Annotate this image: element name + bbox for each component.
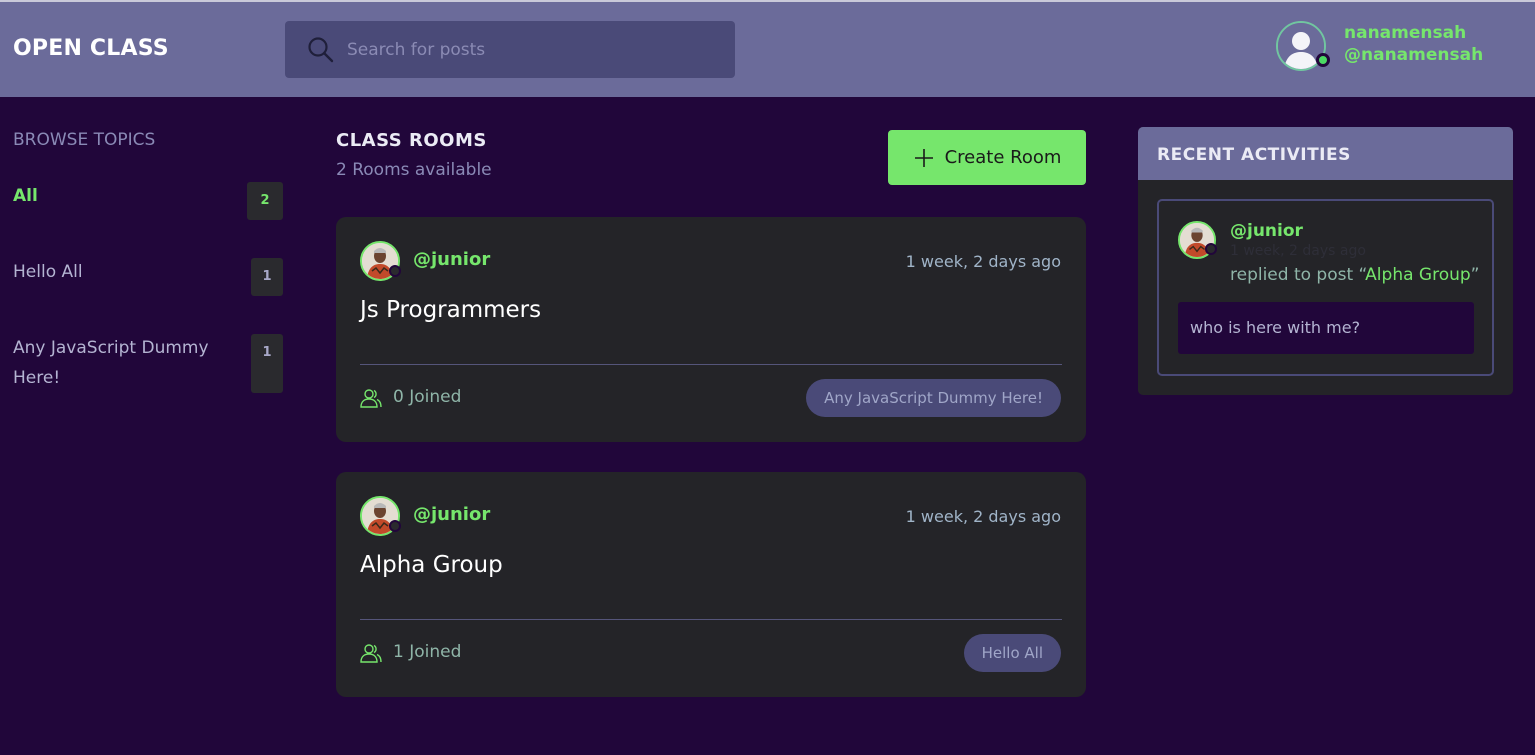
create-room-button[interactable]: Create Room: [888, 130, 1086, 185]
activity-post-link[interactable]: Alpha Group: [1365, 265, 1471, 285]
divider: [360, 619, 1062, 620]
online-status-dot: [1316, 53, 1330, 67]
topic-count: 1: [251, 258, 283, 296]
app-logo[interactable]: OPEN CLASS: [13, 36, 169, 61]
topic-count: 1: [251, 334, 283, 393]
activity-user-handle[interactable]: @junior: [1230, 221, 1303, 241]
class-rooms-heading: CLASS ROOMS: [336, 130, 487, 151]
topic-item-any-javascript[interactable]: Any JavaScript Dummy Here! 1: [13, 333, 283, 393]
recent-activities-heading: RECENT ACTIVITIES: [1138, 127, 1513, 180]
room-title[interactable]: Js Programmers: [360, 297, 541, 323]
activity-description: replied to post “Alpha Group”: [1230, 265, 1479, 285]
host-handle[interactable]: @junior: [413, 504, 490, 525]
browse-topics-heading: BROWSE TOPICS: [13, 130, 156, 150]
activity-item: @junior 1 week, 2 days ago replied to po…: [1157, 199, 1494, 376]
topic-label: Any JavaScript Dummy Here!: [13, 338, 209, 388]
search-input[interactable]: [347, 21, 717, 78]
room-title[interactable]: Alpha Group: [360, 552, 503, 578]
room-topic-tag[interactable]: Any JavaScript Dummy Here!: [806, 379, 1061, 417]
divider: [360, 364, 1062, 365]
room-card: @junior 1 week, 2 days ago Alpha Group 1…: [336, 472, 1086, 697]
user-name: nanamensah: [1344, 23, 1467, 43]
activity-message: who is here with me?: [1178, 302, 1474, 354]
room-topic-tag[interactable]: Hello All: [963, 634, 1061, 672]
joined-count: 0 Joined: [393, 387, 462, 407]
host-status-dot: [389, 265, 401, 277]
joined-count: 1 Joined: [393, 642, 462, 662]
host-status-dot: [389, 520, 401, 532]
topic-item-hello-all[interactable]: Hello All 1: [13, 257, 283, 296]
host-handle[interactable]: @junior: [413, 249, 490, 270]
user-profile-link[interactable]: nanamensah @nanamensah: [1276, 21, 1516, 73]
plus-icon: [914, 148, 933, 167]
topic-label: Hello All: [13, 262, 83, 282]
users-icon: [360, 644, 382, 663]
users-icon: [360, 389, 382, 408]
top-navbar: OPEN CLASS nanamensah @nanamensah: [0, 2, 1535, 97]
recent-activities-panel: RECENT ACTIVITIES @junior 1 week, 2 days…: [1138, 127, 1513, 395]
create-room-label: Create Room: [944, 147, 1062, 168]
topic-label: All: [13, 186, 38, 206]
user-handle: @nanamensah: [1344, 45, 1484, 65]
activity-action-suffix: ”: [1470, 265, 1480, 285]
search-icon: [308, 37, 334, 63]
activity-timestamp: 1 week, 2 days ago: [1230, 243, 1366, 259]
topic-item-all[interactable]: All 2: [13, 181, 283, 220]
room-card: @junior 1 week, 2 days ago Js Programmer…: [336, 217, 1086, 442]
room-timestamp: 1 week, 2 days ago: [905, 252, 1061, 271]
rooms-available-count: 2 Rooms available: [336, 160, 492, 180]
search-bar[interactable]: [285, 21, 735, 78]
room-timestamp: 1 week, 2 days ago: [905, 507, 1061, 526]
topic-count: 2: [247, 182, 283, 220]
activity-status-dot: [1205, 243, 1217, 255]
activity-action-prefix: replied to post “: [1230, 265, 1366, 285]
